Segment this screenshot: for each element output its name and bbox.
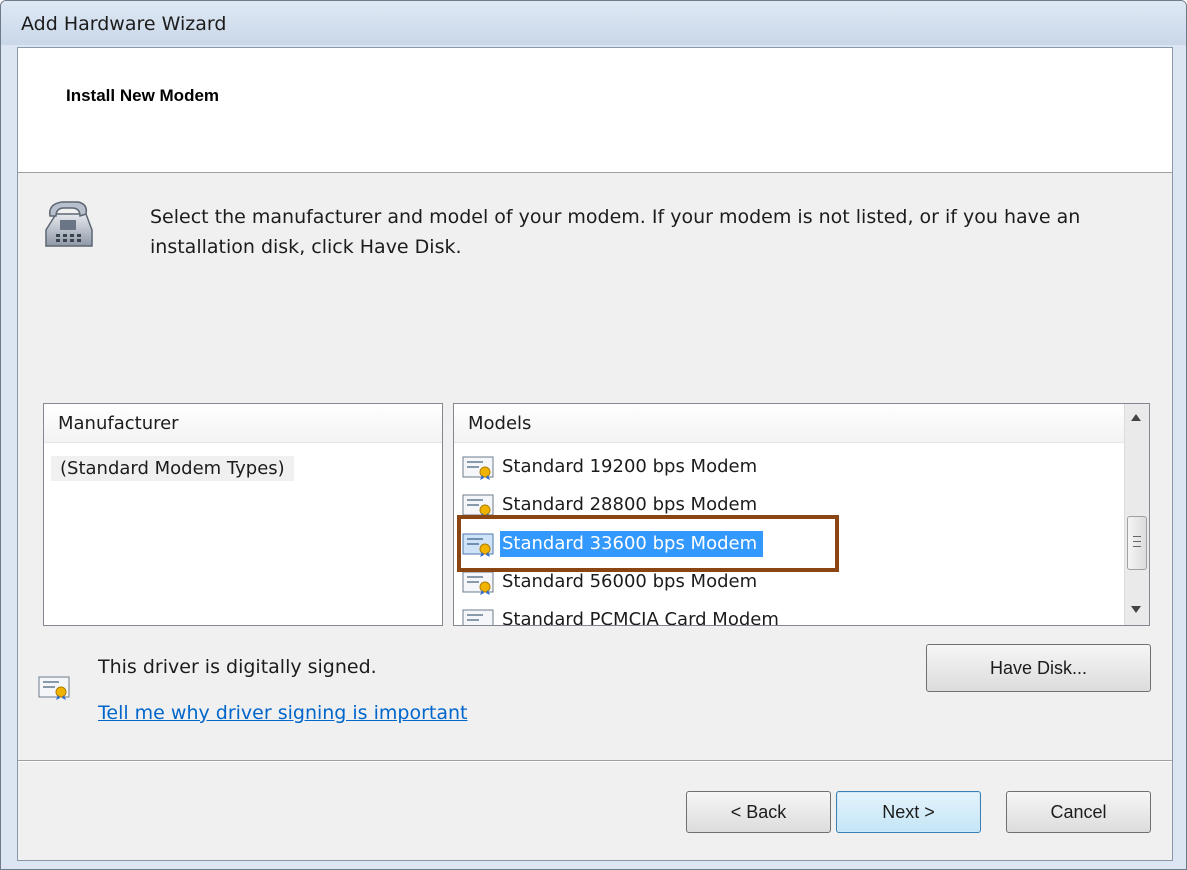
have-disk-label: Have Disk... xyxy=(989,657,1088,678)
manufacturer-header-label: Manufacturer xyxy=(58,413,179,434)
manufacturer-column-header[interactable]: Manufacturer xyxy=(44,404,442,443)
cancel-label: Cancel xyxy=(1050,801,1107,822)
models-header-label: Models xyxy=(468,413,532,434)
scroll-down-arrow-icon[interactable] xyxy=(1131,606,1141,613)
models-column-header[interactable]: Models xyxy=(454,404,1124,443)
window-title: Add Hardware Wizard xyxy=(21,13,227,35)
model-label: Standard PCMCIA Card Modem xyxy=(502,609,779,626)
selection-highlight-outline xyxy=(457,515,839,572)
certificate-icon xyxy=(38,676,70,700)
back-button[interactable]: < Back xyxy=(686,791,831,833)
have-disk-button[interactable]: Have Disk... xyxy=(926,644,1151,692)
model-label: Standard 56000 bps Modem xyxy=(502,571,758,592)
driver-signing-link[interactable]: Tell me why driver signing is important xyxy=(98,702,468,724)
driver-signed-text: This driver is digitally signed. xyxy=(98,656,377,678)
models-scrollbar[interactable] xyxy=(1124,404,1149,625)
scroll-up-arrow-icon[interactable] xyxy=(1131,414,1141,421)
manufacturer-item-standard-modem-types[interactable]: (Standard Modem Types) xyxy=(51,456,294,481)
instruction-text: Select the manufacturer and model of you… xyxy=(150,206,1081,258)
certificate-icon xyxy=(462,571,494,595)
bottom-separator-highlight xyxy=(18,761,1172,762)
next-label: Next > xyxy=(882,801,935,822)
wizard-client-area: Install New Modem Select the manufacture… xyxy=(17,47,1173,861)
next-button[interactable]: Next > xyxy=(836,791,981,833)
add-hardware-wizard-window: Add Hardware Wizard Install New Modem Se… xyxy=(0,0,1187,870)
certificate-icon xyxy=(462,609,494,625)
modem-phone-icon xyxy=(45,201,93,247)
model-label: Standard 19200 bps Modem xyxy=(502,456,758,477)
wizard-header: Install New Modem xyxy=(18,48,1172,173)
title-bar[interactable]: Add Hardware Wizard xyxy=(1,1,1186,45)
certificate-icon xyxy=(462,456,494,480)
back-label: < Back xyxy=(730,801,787,822)
cancel-button[interactable]: Cancel xyxy=(1006,791,1151,833)
manufacturer-list[interactable]: Manufacturer (Standard Modem Types) xyxy=(43,403,443,626)
page-title: Install New Modem xyxy=(66,86,220,105)
scroll-thumb[interactable] xyxy=(1127,516,1147,570)
